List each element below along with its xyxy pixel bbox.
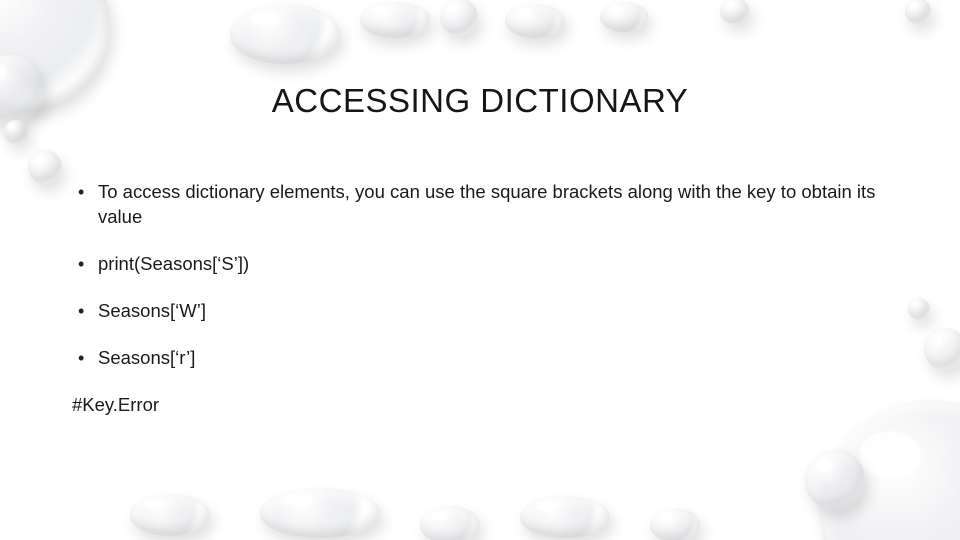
slide-title: ACCESSING DICTIONARY	[0, 0, 960, 120]
error-note: #Key.Error	[72, 393, 888, 418]
bullet-list: To access dictionary elements, you can u…	[72, 180, 888, 371]
slide-body: To access dictionary elements, you can u…	[72, 180, 888, 418]
bullet-item: print(Seasons[‘S’])	[72, 252, 888, 277]
bullet-item: To access dictionary elements, you can u…	[72, 180, 888, 230]
bullet-item: Seasons[‘W’]	[72, 299, 888, 324]
bullet-item: Seasons[‘r’]	[72, 346, 888, 371]
slide: ACCESSING DICTIONARY To access dictionar…	[0, 0, 960, 540]
